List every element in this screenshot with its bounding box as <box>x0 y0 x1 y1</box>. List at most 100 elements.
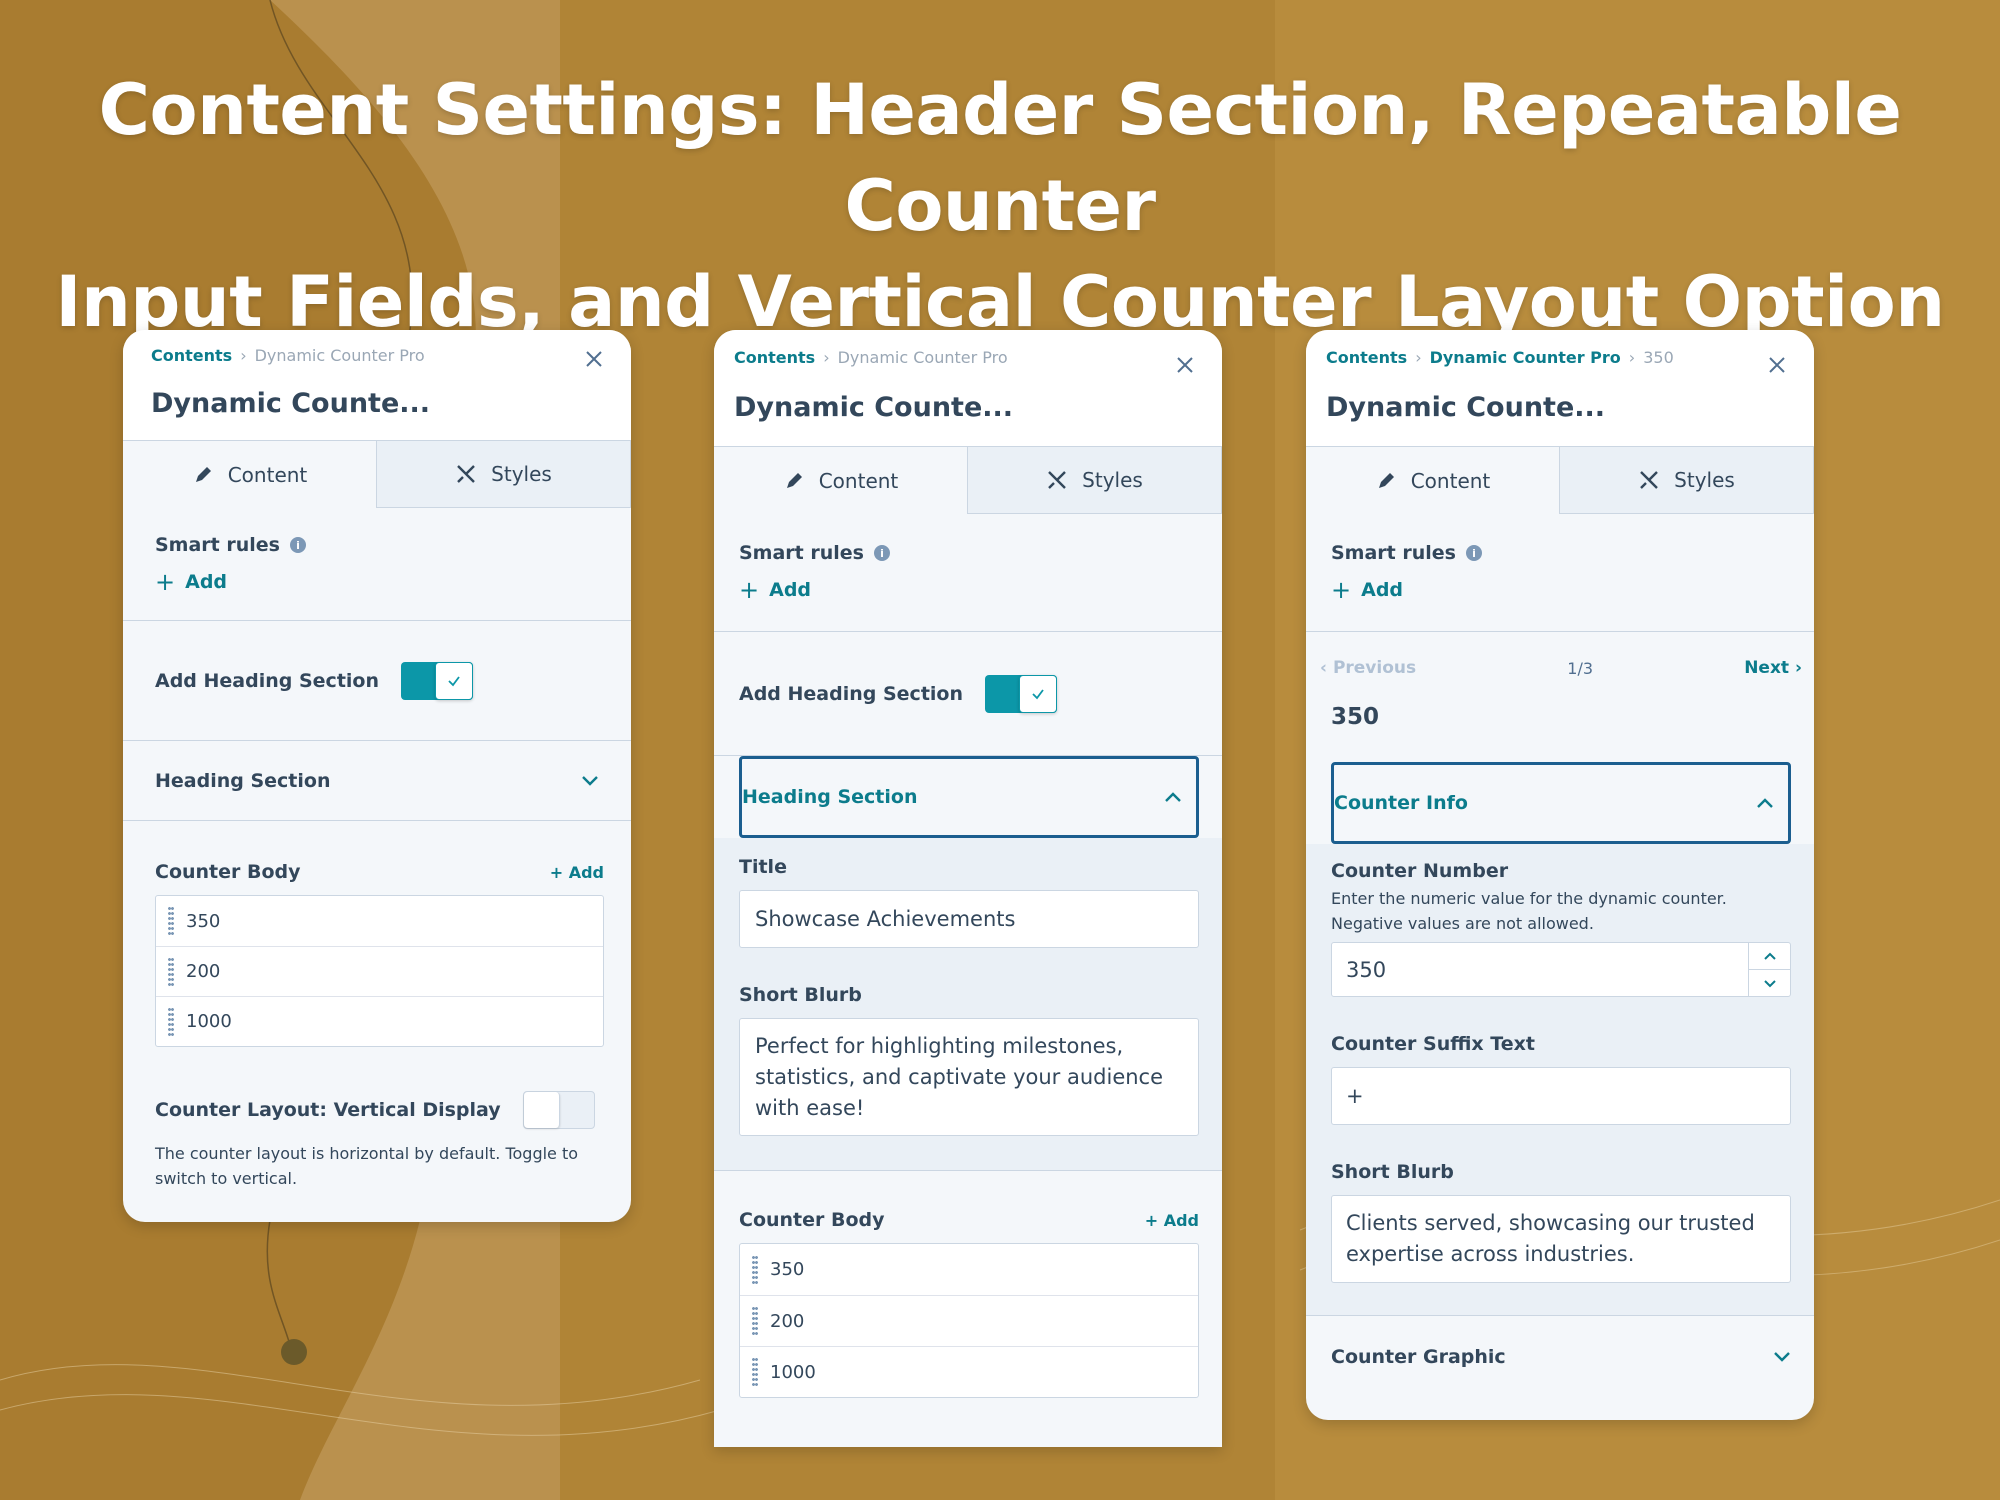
drag-handle-icon[interactable] <box>168 956 174 987</box>
close-icon[interactable] <box>1766 354 1788 376</box>
add-smart-rule-button[interactable]: + Add <box>1331 578 1789 602</box>
counter-info-panel: Counter Info Counter Number Enter the nu… <box>1306 762 1814 1316</box>
breadcrumb-item: 350 <box>1643 348 1674 367</box>
breadcrumb-contents[interactable]: Contents <box>734 348 815 367</box>
breadcrumb: Contents › Dynamic Counter Pro › 350 <box>1326 348 1674 367</box>
breadcrumb: Contents › Dynamic Counter Pro <box>734 348 1008 367</box>
tab-content-label: Content <box>1410 468 1491 493</box>
drag-handle-icon[interactable] <box>752 1306 758 1336</box>
chevron-down-icon <box>1763 979 1776 987</box>
breadcrumb-module: Dynamic Counter Pro <box>254 346 425 365</box>
item-title: 350 <box>1331 704 1380 730</box>
short-blurb-label: Short Blurb <box>1331 1161 1454 1183</box>
counter-number-help: Enter the numeric value for the dynamic … <box>1331 889 1727 933</box>
add-heading-section-toggle[interactable] <box>985 674 1057 713</box>
counter-info-label: Counter Info <box>1334 792 1468 814</box>
counter-graphic-label: Counter Graphic <box>1331 1346 1506 1368</box>
tab-styles[interactable]: Styles <box>377 440 631 508</box>
plus-icon: + <box>1331 576 1352 604</box>
tab-bar: Content Styles <box>1306 446 1814 514</box>
short-blurb-label: Short Blurb <box>739 984 862 1006</box>
heading-section-accordion[interactable]: Heading Section <box>123 741 631 821</box>
counter-item[interactable]: 350 <box>156 896 603 946</box>
counter-item[interactable]: 1000 <box>156 996 603 1046</box>
counter-number-stepper: 350 <box>1331 942 1791 997</box>
info-icon[interactable]: i <box>1465 545 1482 561</box>
info-icon[interactable]: i <box>873 545 890 561</box>
check-icon <box>448 675 460 686</box>
plus-icon: + <box>155 568 176 596</box>
counter-graphic-accordion[interactable]: Counter Graphic <box>1306 1316 1814 1398</box>
tab-styles[interactable]: Styles <box>968 446 1222 514</box>
pencil-icon <box>195 466 211 482</box>
close-icon[interactable] <box>583 348 605 370</box>
breadcrumb: Contents › Dynamic Counter Pro <box>151 346 425 365</box>
add-smart-rule-button[interactable]: + Add <box>739 578 1197 602</box>
counter-info-accordion[interactable]: Counter Info <box>1331 762 1791 844</box>
short-blurb-textarea[interactable]: Clients served, showcasing our trusted e… <box>1331 1195 1791 1283</box>
chevron-up-icon <box>1757 798 1773 808</box>
counter-body-label: Counter Body <box>155 861 301 883</box>
breadcrumb-module[interactable]: Dynamic Counter Pro <box>1430 348 1621 367</box>
breadcrumb-contents[interactable]: Contents <box>151 346 232 365</box>
counter-number-label: Counter Number <box>1331 860 1509 882</box>
add-heading-section-label: Add Heading Section <box>739 682 963 705</box>
smart-rules-label: Smart rules i <box>1331 542 1789 564</box>
tab-content[interactable]: Content <box>714 446 968 514</box>
counter-suffix-label: Counter Suffix Text <box>1331 1033 1535 1055</box>
chevron-up-icon <box>1763 952 1776 960</box>
add-smart-rule-button[interactable]: + Add <box>155 570 599 594</box>
layout-help-text: The counter layout is horizontal by defa… <box>155 1144 579 1188</box>
chevron-down-icon <box>1774 1352 1790 1362</box>
add-heading-section-label: Add Heading Section <box>155 669 379 692</box>
counter-item[interactable]: 200 <box>156 946 603 996</box>
title-input[interactable]: Showcase Achievements <box>739 890 1199 948</box>
tab-bar: Content Styles <box>123 440 631 508</box>
decrement-button[interactable] <box>1749 970 1790 996</box>
heading-section-panel: Heading Section Title Showcase Achieveme… <box>714 756 1222 1171</box>
chevron-up-icon <box>1165 792 1181 802</box>
increment-button[interactable] <box>1749 943 1790 970</box>
next-button[interactable]: Next › <box>1744 658 1802 678</box>
add-counter-button[interactable]: + Add <box>550 863 604 882</box>
counter-list: 350 200 1000 <box>739 1243 1199 1398</box>
drag-handle-icon[interactable] <box>752 1254 758 1285</box>
previous-button[interactable]: ‹ Previous <box>1320 658 1416 678</box>
tab-styles-label: Styles <box>1674 468 1735 492</box>
breadcrumb-contents[interactable]: Contents <box>1326 348 1407 367</box>
counter-item[interactable]: 200 <box>740 1295 1198 1346</box>
page-headline: Content Settings: Header Section, Repeat… <box>0 62 2000 350</box>
tab-content[interactable]: Content <box>123 440 377 508</box>
counter-body-label: Counter Body <box>739 1209 885 1231</box>
tab-content-label: Content <box>227 462 308 487</box>
counter-number-input[interactable]: 350 <box>1332 943 1748 996</box>
tab-styles-label: Styles <box>1082 468 1143 492</box>
tab-content[interactable]: Content <box>1306 446 1560 514</box>
tab-styles[interactable]: Styles <box>1560 446 1814 514</box>
heading-section-label: Heading Section <box>155 769 331 792</box>
close-icon[interactable] <box>1174 354 1196 376</box>
drag-handle-icon[interactable] <box>168 1006 174 1037</box>
pencil-icon <box>1378 472 1394 488</box>
plus-icon: + <box>739 576 760 604</box>
heading-section-accordion[interactable]: Heading Section <box>739 756 1199 838</box>
info-icon[interactable]: i <box>289 537 306 553</box>
panel-title: Dynamic Counte... <box>734 392 1014 423</box>
check-icon <box>1032 688 1044 699</box>
drag-handle-icon[interactable] <box>168 906 174 936</box>
add-counter-button[interactable]: + Add <box>1145 1211 1199 1230</box>
short-blurb-textarea[interactable]: Perfect for highlighting milestones, sta… <box>739 1018 1199 1136</box>
brush-icon <box>457 465 476 483</box>
brush-icon <box>1048 471 1067 489</box>
settings-panel-3: Contents › Dynamic Counter Pro › 350 Dynamic… <box>1306 330 1814 1420</box>
counter-suffix-input[interactable]: + <box>1331 1067 1791 1125</box>
brush-icon <box>1640 471 1659 489</box>
counter-item[interactable]: 1000 <box>740 1346 1198 1397</box>
add-heading-section-toggle[interactable] <box>401 661 473 700</box>
settings-panel-2: Contents › Dynamic Counter Pro Dynamic Cou… <box>714 330 1222 1447</box>
layout-vertical-toggle[interactable] <box>522 1091 595 1129</box>
drag-handle-icon[interactable] <box>752 1357 758 1387</box>
heading-section-label: Heading Section <box>742 786 918 808</box>
tab-styles-label: Styles <box>491 462 552 486</box>
counter-item[interactable]: 350 <box>740 1244 1198 1295</box>
